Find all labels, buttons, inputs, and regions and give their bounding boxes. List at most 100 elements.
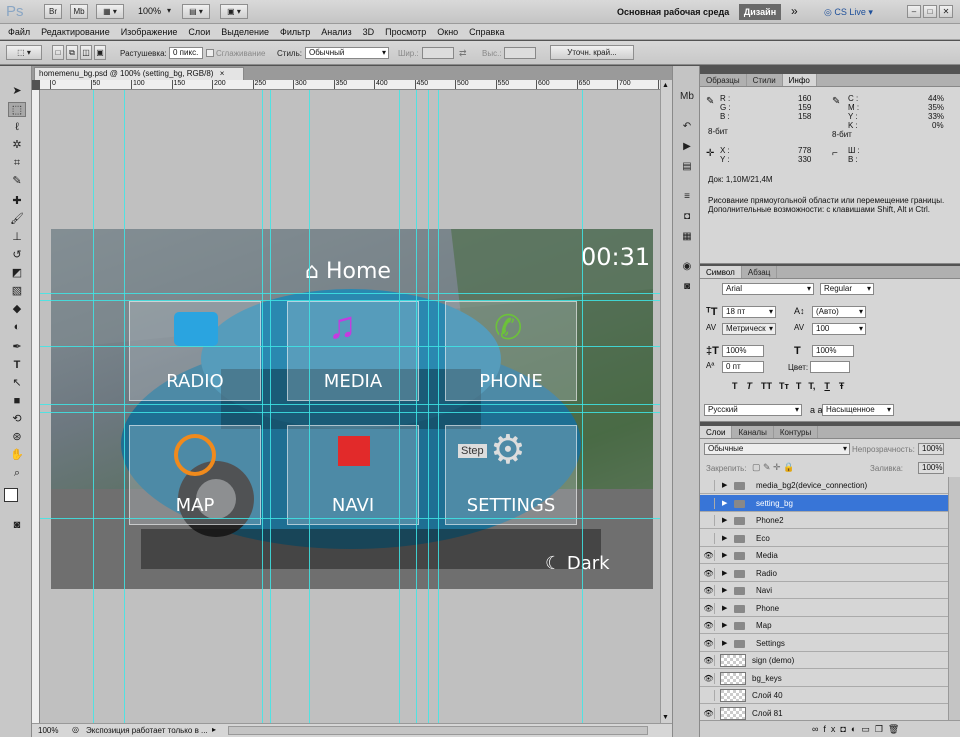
new-selection-icon[interactable]: □: [52, 45, 64, 60]
visibility-eye-icon[interactable]: [703, 480, 715, 491]
history-panel-icon[interactable]: ↶: [679, 120, 695, 134]
height-input[interactable]: [504, 47, 536, 59]
tool-preset-picker[interactable]: ⬚ ▾: [6, 45, 42, 60]
visibility-eye-icon[interactable]: 👁: [703, 707, 715, 719]
visibility-eye-icon[interactable]: 👁: [703, 637, 715, 649]
visibility-eye-icon[interactable]: 👁: [703, 585, 715, 596]
brush-tool-icon[interactable]: 🖌: [8, 212, 26, 227]
minibridge-panel-icon[interactable]: Mb: [679, 90, 695, 104]
layers-scrollbar[interactable]: [948, 477, 960, 720]
intersect-selection-icon[interactable]: ▣: [94, 45, 106, 60]
new-group-icon[interactable]: ▭: [861, 724, 875, 734]
lasso-tool-icon[interactable]: ℓ: [8, 120, 26, 135]
link-layers-icon[interactable]: ∞: [812, 724, 823, 734]
style-select[interactable]: Обычный: [305, 47, 389, 59]
text-style-buttons[interactable]: T T TT Tт T T, T Ŧ: [732, 381, 844, 391]
language-select[interactable]: Русский: [704, 404, 802, 416]
eraser-tool-icon[interactable]: ◩: [8, 266, 26, 281]
layer-row[interactable]: ▶ Eco: [700, 529, 948, 547]
minimize-button[interactable]: –: [907, 5, 921, 18]
superscript-icon[interactable]: T: [796, 381, 802, 391]
expand-arrow-icon[interactable]: ▶: [722, 617, 727, 634]
visibility-eye-icon[interactable]: [703, 515, 715, 526]
antialias-checkbox[interactable]: [206, 49, 214, 57]
layer-row[interactable]: 👁 ▶ Settings: [700, 634, 948, 652]
add-selection-icon[interactable]: ⧉: [66, 45, 78, 60]
visibility-eye-icon[interactable]: 👁: [703, 550, 715, 561]
maximize-button[interactable]: □: [923, 5, 937, 18]
tab-channels[interactable]: Каналы: [732, 426, 774, 438]
close-button[interactable]: ✕: [939, 5, 953, 18]
expand-arrow-icon[interactable]: ▶: [722, 477, 727, 494]
dodge-tool-icon[interactable]: ◐: [8, 320, 26, 335]
clone-source-panel-icon[interactable]: ◙: [679, 280, 695, 294]
scroll-up-icon[interactable]: ▲: [662, 82, 669, 89]
expand-arrow-icon[interactable]: ▶: [722, 512, 727, 529]
leading-select[interactable]: (Авто): [812, 306, 866, 318]
quick-mask-icon[interactable]: ◙: [8, 518, 26, 533]
layer-row[interactable]: 👁 ▶ Navi: [700, 582, 948, 599]
bridge-button[interactable]: Br: [44, 4, 62, 19]
menu-window[interactable]: Окно: [437, 27, 458, 37]
minibridge-button[interactable]: Mb: [70, 4, 88, 19]
antialias-select[interactable]: Насыщенное: [822, 404, 894, 416]
foreground-color-swatch[interactable]: [4, 488, 18, 502]
faux-italic-icon[interactable]: T: [747, 381, 753, 391]
visibility-eye-icon[interactable]: 👁: [703, 655, 715, 666]
layer-row[interactable]: ▶ Phone2: [700, 512, 948, 529]
menu-layers[interactable]: Слои: [188, 27, 210, 37]
new-layer-icon[interactable]: ❐: [875, 724, 888, 734]
design-workspace-button[interactable]: Дизайн: [739, 4, 781, 20]
lock-icons[interactable]: ▢ ✎ ✛ 🔒: [752, 462, 794, 473]
clone-stamp-tool-icon[interactable]: ⊥: [8, 230, 26, 245]
menu-filter[interactable]: Фильтр: [280, 27, 310, 37]
tool-presets-icon[interactable]: ▦: [679, 230, 695, 244]
vertical-scale-input[interactable]: 100%: [722, 345, 764, 357]
quick-select-tool-icon[interactable]: ✲: [8, 138, 26, 153]
opacity-input[interactable]: 100%: [918, 443, 944, 455]
marquee-tool-icon[interactable]: ⬚: [8, 102, 26, 117]
close-tab-icon[interactable]: ×: [220, 69, 225, 78]
tab-paragraph[interactable]: Абзац: [742, 266, 778, 278]
delete-layer-icon[interactable]: 🗑: [888, 724, 904, 734]
adjustment-layer-icon[interactable]: ◐: [851, 724, 861, 734]
tab-swatches[interactable]: Образцы: [700, 74, 747, 86]
type-tool-icon[interactable]: T: [8, 358, 26, 373]
visibility-eye-icon[interactable]: 👁: [703, 567, 715, 579]
menu-select[interactable]: Выделение: [221, 27, 269, 37]
visibility-eye-icon[interactable]: 👁: [703, 672, 715, 684]
adjustments-panel-icon[interactable]: ≡: [679, 190, 695, 204]
add-mask-icon[interactable]: ◘: [840, 724, 850, 734]
3d-rotate-tool-icon[interactable]: ⟲: [8, 412, 26, 427]
underline-icon[interactable]: T: [824, 381, 830, 391]
menu-view[interactable]: Просмотр: [385, 27, 426, 37]
layer-row[interactable]: ▶ media_bg2(device_connection): [700, 477, 948, 494]
horizontal-scale-input[interactable]: 100%: [812, 345, 854, 357]
fill-input[interactable]: 100%: [918, 462, 944, 474]
zoom-level[interactable]: 100%: [138, 6, 161, 16]
layer-row[interactable]: 👁 ▶ Phone: [700, 599, 948, 617]
masks-panel-icon[interactable]: ◘: [679, 210, 695, 224]
subtract-selection-icon[interactable]: ◫: [80, 45, 92, 60]
layer-row[interactable]: 👁 bg_keys: [700, 669, 948, 687]
feather-input[interactable]: 0 пикс.: [169, 47, 203, 59]
visibility-eye-icon[interactable]: [703, 497, 715, 509]
menu-analysis[interactable]: Анализ: [321, 27, 351, 37]
kerning-select[interactable]: Метрическ: [722, 323, 776, 335]
zoom-tool-icon[interactable]: ⌕: [8, 466, 26, 481]
scroll-down-icon[interactable]: ▼: [662, 714, 669, 721]
status-info-icon[interactable]: ◎: [72, 725, 79, 734]
horizontal-scrollbar[interactable]: [228, 726, 648, 735]
tab-layers[interactable]: Слои: [700, 426, 733, 438]
visibility-eye-icon[interactable]: 👁: [703, 602, 715, 614]
brushes-panel-icon[interactable]: ◉: [679, 260, 695, 274]
expand-arrow-icon[interactable]: ▶: [722, 582, 727, 599]
status-zoom[interactable]: 100%: [38, 726, 58, 735]
visibility-eye-icon[interactable]: [703, 690, 715, 701]
healing-brush-tool-icon[interactable]: ✚: [8, 194, 26, 209]
font-size-select[interactable]: 18 пт: [722, 306, 776, 318]
visibility-eye-icon[interactable]: [703, 532, 715, 544]
expand-arrow-icon[interactable]: ▶: [722, 495, 727, 512]
swap-icon[interactable]: ⇄: [459, 48, 467, 59]
width-input[interactable]: [422, 47, 454, 59]
